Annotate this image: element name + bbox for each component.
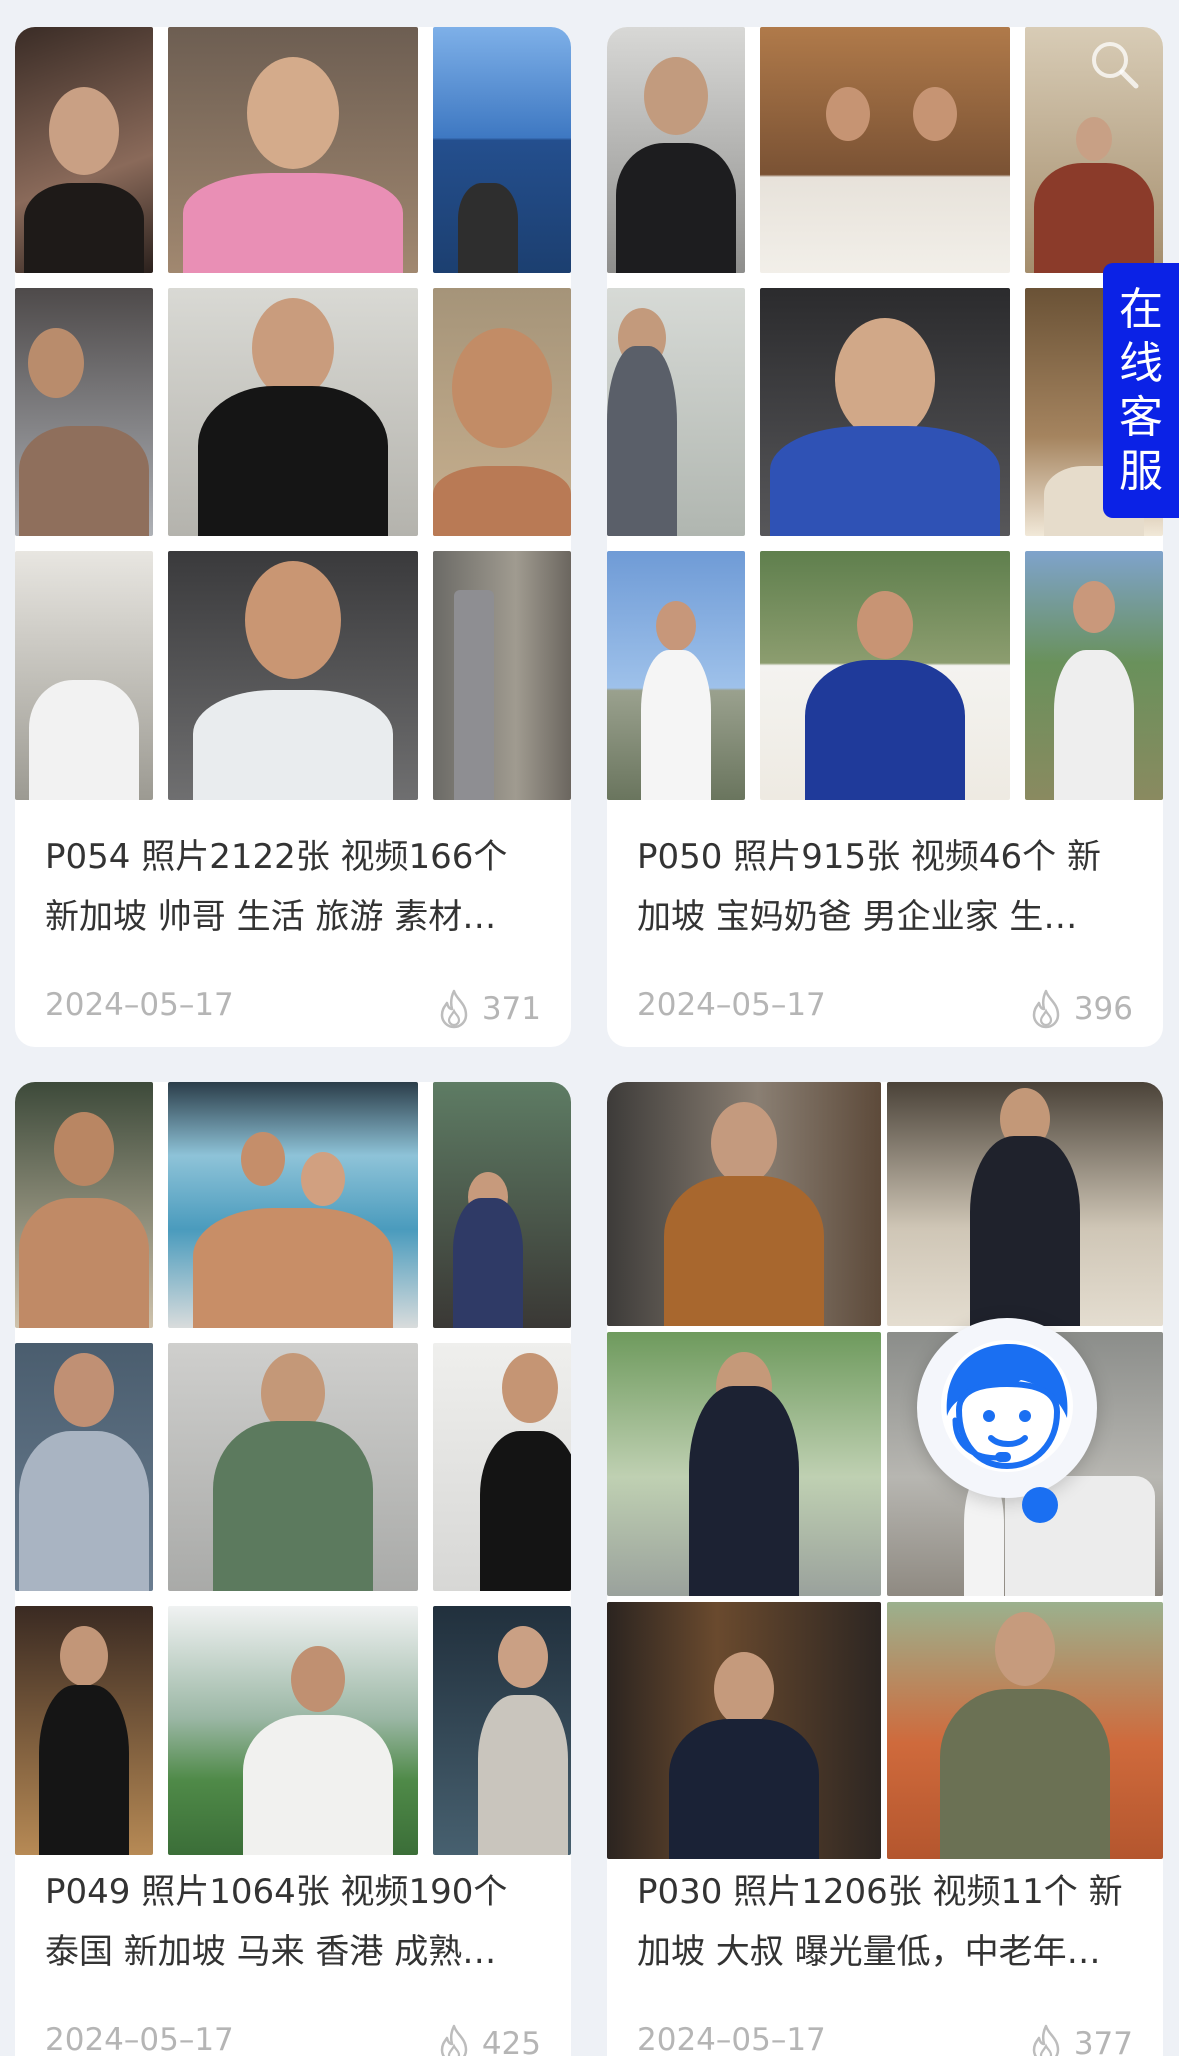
photo-thumbnail[interactable]	[15, 551, 153, 800]
photo-thumbnail[interactable]	[607, 1602, 881, 1859]
album-card[interactable]: P030 照片1206张 视频11个 新加坡 大叔 曝光量低，中老年… 2024…	[607, 1082, 1163, 2056]
photo-thumbnail[interactable]	[887, 1082, 1163, 1326]
cs-tab-char: 客	[1119, 391, 1163, 443]
view-count: 371	[436, 989, 541, 1029]
photo-thumbnail[interactable]	[15, 1343, 153, 1591]
album-date: 2024–05–17	[45, 2022, 234, 2056]
album-meta: 2024–05–17 396	[637, 987, 1133, 1031]
album-caption: P050 照片915张 视频46个 新加坡 宝妈奶爸 男企业家 生…	[637, 837, 1101, 937]
view-count: 396	[1028, 989, 1133, 1029]
view-count: 425	[436, 2024, 541, 2056]
photo-thumbnail[interactable]	[433, 27, 571, 273]
photo-thumbnail[interactable]	[607, 551, 745, 800]
album-card[interactable]: P050 照片915张 视频46个 新加坡 宝妈奶爸 男企业家 生… 2024–…	[607, 27, 1163, 1047]
flame-icon	[1032, 2024, 1060, 2056]
photo-thumbnail[interactable]	[168, 27, 418, 273]
album-caption: P049 照片1064张 视频190个 泰国 新加坡 马来 香港 成熟…	[45, 1872, 508, 1972]
album-caption: P054 照片2122张 视频166个 新加坡 帅哥 生活 旅游 素材…	[45, 837, 508, 937]
photo-thumbnail[interactable]	[168, 551, 418, 800]
photo-grid[interactable]	[607, 27, 1163, 800]
photo-thumbnail[interactable]	[607, 27, 745, 273]
photo-thumbnail[interactable]	[760, 27, 1010, 273]
photo-thumbnail[interactable]	[168, 1082, 418, 1328]
search-icon[interactable]	[1086, 36, 1142, 92]
photo-thumbnail[interactable]	[760, 288, 1010, 536]
photo-grid[interactable]	[15, 1082, 571, 1855]
photo-grid[interactable]	[15, 27, 571, 800]
view-count-value: 371	[481, 991, 541, 1027]
customer-service-button[interactable]	[917, 1318, 1097, 1498]
photo-thumbnail[interactable]	[168, 288, 418, 536]
photo-thumbnail[interactable]	[15, 288, 153, 536]
album-caption: P030 照片1206张 视频11个 新加坡 大叔 曝光量低，中老年…	[637, 1872, 1123, 1972]
photo-thumbnail[interactable]	[15, 1082, 153, 1328]
photo-thumbnail[interactable]	[433, 288, 571, 536]
photo-thumbnail[interactable]	[760, 551, 1010, 800]
photo-thumbnail[interactable]	[433, 1606, 571, 1855]
flame-icon	[440, 2024, 468, 2056]
notification-dot	[1022, 1487, 1058, 1523]
photo-thumbnail[interactable]	[607, 1082, 881, 1326]
photo-thumbnail[interactable]	[433, 1343, 571, 1591]
album-meta: 2024–05–17 425	[45, 2022, 541, 2056]
view-count-value: 425	[481, 2026, 541, 2056]
cs-tab-char: 在	[1119, 283, 1163, 335]
photo-thumbnail[interactable]	[607, 1332, 881, 1596]
album-date: 2024–05–17	[637, 987, 826, 1023]
album-date: 2024–05–17	[45, 987, 234, 1023]
album-card[interactable]: P054 照片2122张 视频166个 新加坡 帅哥 生活 旅游 素材… 202…	[15, 27, 571, 1047]
photo-thumbnail[interactable]	[433, 1082, 571, 1328]
flame-icon	[440, 989, 468, 1029]
album-meta: 2024–05–17 377	[637, 2022, 1133, 2056]
album-date: 2024–05–17	[637, 2022, 826, 2056]
photo-thumbnail[interactable]	[15, 1606, 153, 1855]
photo-thumbnail[interactable]	[887, 1602, 1163, 1859]
view-count: 377	[1028, 2024, 1133, 2056]
view-count-value: 377	[1073, 2026, 1133, 2056]
view-count-value: 396	[1073, 991, 1133, 1027]
photo-thumbnail[interactable]	[15, 27, 153, 273]
cs-tab-char: 服	[1119, 445, 1163, 497]
album-card[interactable]: P049 照片1064张 视频190个 泰国 新加坡 马来 香港 成熟… 202…	[15, 1082, 571, 2056]
cs-tab-char: 线	[1119, 337, 1163, 389]
photo-thumbnail[interactable]	[1025, 551, 1163, 800]
photo-thumbnail[interactable]	[168, 1343, 418, 1591]
photo-thumbnail[interactable]	[168, 1606, 418, 1855]
album-meta: 2024–05–17 371	[45, 987, 541, 1031]
photo-thumbnail[interactable]	[607, 288, 745, 536]
customer-service-icon	[941, 1340, 1073, 1472]
photo-thumbnail[interactable]	[433, 551, 571, 800]
flame-icon	[1032, 989, 1060, 1029]
app-page: P054 照片2122张 视频166个 新加坡 帅哥 生活 旅游 素材… 202…	[0, 0, 1179, 2056]
online-customer-service-tab[interactable]: 在 线 客 服	[1103, 263, 1179, 518]
